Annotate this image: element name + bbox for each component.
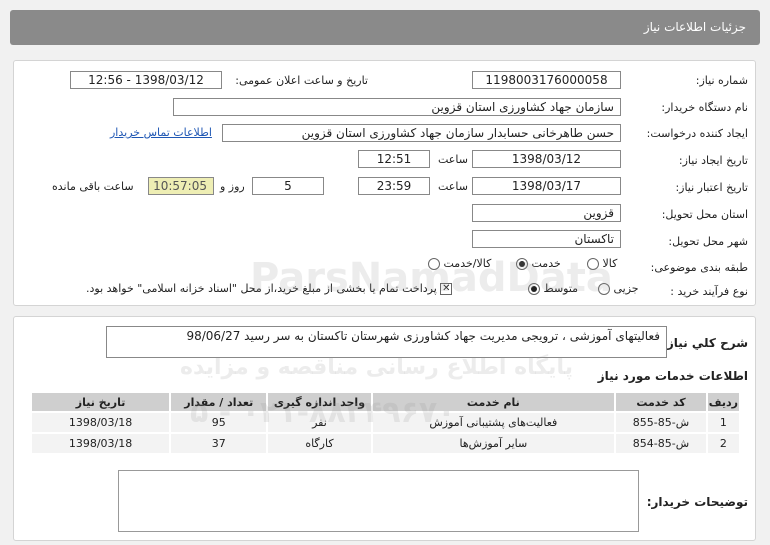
category-service-label: خدمت — [531, 257, 561, 270]
announce-label: تاریخ و ساعت اعلان عمومی: — [235, 74, 368, 87]
summary-field: فعالیتهای آموزشی ، ترویجی مدیریت جهاد کش… — [106, 326, 667, 358]
need-number-label: شماره نیاز: — [695, 74, 748, 87]
valid-date-label: تاریخ اعتبار نیاز: — [675, 181, 748, 194]
created-date-label: تاریخ ایجاد نیاز: — [678, 154, 748, 167]
col-quantity: تعداد / مقدار — [169, 391, 269, 413]
cell-row: 1 — [705, 411, 742, 434]
buyer-org-field: سازمان جهاد کشاورزی استان قزوین — [173, 98, 621, 116]
creator-label: ایجاد کننده درخواست: — [646, 127, 748, 140]
cell-quantity: 37 — [169, 432, 269, 455]
cell-service-code: ش-85-855 — [614, 411, 708, 434]
days-and-label: روز و — [220, 180, 245, 193]
province-field: قزوین — [472, 204, 621, 222]
announce-field: 1398/03/12 - 12:56 — [70, 71, 222, 89]
summary-label: شرح کلي نياز: — [662, 336, 748, 350]
contact-buyer-link[interactable]: اطلاعات تماس خریدار — [110, 126, 212, 139]
created-time-field: 12:51 — [358, 150, 430, 168]
city-label: شهر محل تحویل: — [668, 235, 748, 248]
buyer-notes-label: توضیحات خریدار: — [646, 495, 748, 509]
need-number-field: 1198003176000058 — [472, 71, 621, 89]
col-unit: واحد اندازه گیری — [266, 391, 373, 413]
page-title: جزئیات اطلاعات نیاز — [643, 20, 746, 34]
table-row: 2 ش-85-854 سایر آموزش‌ها کارگاه 37 1398/… — [29, 432, 742, 455]
treasury-payment-checkbox[interactable]: ✕ پرداخت تمام یا بخشی از مبلغ خرید،از مح… — [86, 282, 453, 295]
col-need-date: تاریخ نیاز — [29, 391, 172, 413]
radio-icon — [598, 283, 610, 295]
province-label: استان محل تحویل: — [661, 208, 748, 221]
radio-icon — [428, 258, 440, 270]
treasury-payment-note: پرداخت تمام یا بخشی از مبلغ خرید،از محل … — [86, 282, 437, 295]
cell-unit: کارگاه — [266, 432, 373, 455]
cell-service-name: فعالیت‌های پشتیبانی آموزش — [370, 411, 617, 434]
cell-row: 2 — [705, 432, 742, 455]
category-goods-service-label: کالا/خدمت — [443, 257, 492, 270]
days-field: 5 — [252, 177, 324, 195]
buyer-org-label: نام دستگاه خریدار: — [661, 101, 748, 114]
valid-date-field: 1398/03/17 — [472, 177, 621, 195]
category-radio-service[interactable]: خدمت — [516, 257, 561, 270]
page-header: جزئیات اطلاعات نیاز — [10, 10, 760, 45]
cell-need-date: 1398/03/18 — [29, 411, 172, 434]
purchase-medium-label: متوسط — [543, 282, 579, 295]
purchase-radio-medium[interactable]: متوسط — [528, 282, 578, 295]
table-header-row: ردیف کد خدمت نام خدمت واحد اندازه گیری ت… — [29, 391, 742, 413]
category-label: طبقه بندی موضوعی: — [650, 261, 748, 274]
category-goods-label: کالا — [602, 257, 618, 270]
created-date-field: 1398/03/12 — [472, 150, 621, 168]
radio-icon — [587, 258, 599, 270]
city-field: تاکستان — [472, 230, 621, 248]
creator-field: حسن طاهرخانی حسابدار سازمان جهاد کشاورزی… — [222, 124, 621, 142]
remaining-time-field: 10:57:05 — [148, 177, 214, 195]
cell-service-name: سایر آموزش‌ها — [370, 432, 617, 455]
cell-unit: نفر — [266, 411, 373, 434]
purchase-minor-label: جزیی — [613, 282, 639, 295]
radio-checked-icon — [528, 283, 540, 295]
services-table: ردیف کد خدمت نام خدمت واحد اندازه گیری ت… — [29, 391, 742, 455]
checkbox-icon: ✕ — [440, 283, 453, 295]
cell-need-date: 1398/03/18 — [29, 432, 172, 455]
category-radio-goods[interactable]: کالا — [587, 257, 617, 270]
table-row: 1 ش-85-855 فعالیت‌های پشتیبانی آموزش نفر… — [29, 411, 742, 434]
created-time-label: ساعت — [438, 153, 468, 166]
category-radio-goods-service[interactable]: کالا/خدمت — [428, 257, 491, 270]
purchase-radio-minor[interactable]: جزیی — [598, 282, 639, 295]
valid-time-label: ساعت — [438, 180, 468, 193]
col-service-name: نام خدمت — [370, 391, 617, 413]
buyer-notes-box — [118, 470, 639, 532]
col-service-code: کد خدمت — [614, 391, 708, 413]
services-title: اطلاعات خدمات مورد نیاز — [597, 369, 748, 383]
col-row: ردیف — [705, 391, 742, 413]
cell-service-code: ش-85-854 — [614, 432, 708, 455]
valid-time-field: 23:59 — [358, 177, 430, 195]
cell-quantity: 95 — [169, 411, 269, 434]
remaining-label: ساعت باقی مانده — [52, 180, 134, 193]
purchase-type-label: نوع فرآیند خرید : — [670, 285, 748, 298]
radio-checked-icon — [516, 258, 528, 270]
